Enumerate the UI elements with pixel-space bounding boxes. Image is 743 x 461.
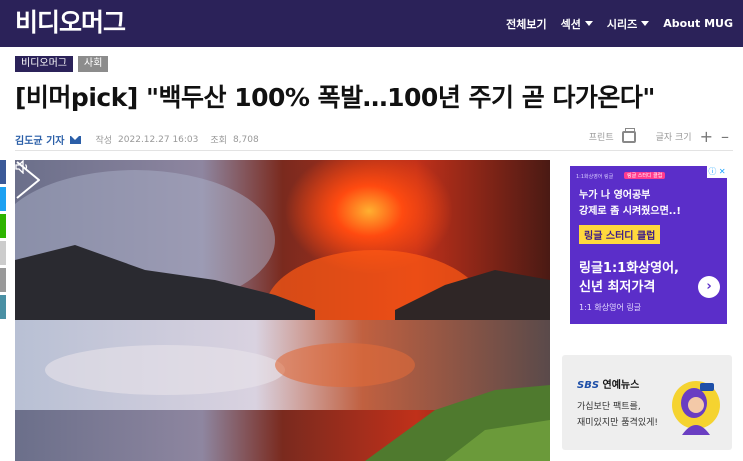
ad-sbs-entertainment[interactable]: SBS 연예뉴스 가십보단 팩트를, 재미있지만 품격있게! — [562, 355, 732, 450]
chevron-down-icon — [584, 21, 593, 26]
written-date: 2022.12.27 16:03 — [118, 134, 199, 145]
person-illustration-icon — [672, 381, 720, 435]
play-icon[interactable] — [15, 160, 41, 200]
ad2-copy-line1: 가십보단 팩트를, — [577, 402, 641, 412]
ad-headline-line2: 신년 최저가격 — [579, 280, 656, 295]
nav-about[interactable]: About MUG — [663, 17, 733, 30]
nav-all[interactable]: 전체보기 — [506, 16, 546, 32]
sbs-logo-mark: SBS — [577, 380, 600, 391]
article-tools: 프린트 글자 크기 + – — [588, 127, 729, 144]
chevron-down-icon — [641, 21, 650, 26]
written-label: 작성 — [95, 136, 113, 146]
ad-top-text: 1:1화상영어 링글 — [576, 174, 614, 180]
naver-share-icon[interactable] — [0, 214, 6, 238]
ad-sub: 1:1 화상영어 링글 — [579, 303, 642, 312]
tag-society[interactable]: 사회 — [78, 56, 109, 72]
font-increase-button[interactable]: + — [700, 128, 713, 144]
ad-headline: 링글1:1화상영어, 신년 최저가격 — [579, 259, 679, 297]
video-player[interactable] — [15, 160, 550, 461]
nav-section-label: 섹션 — [560, 17, 581, 31]
nav-section[interactable]: 섹션 — [561, 16, 593, 32]
article-tags: 비디오머그 사회 — [15, 56, 109, 72]
ad-badge: 링글 스터디 클럽 — [624, 172, 666, 179]
ad2-copy-line2: 재미있지만 품격있게! — [577, 418, 658, 428]
top-navbar: 비디오머그 전체보기 섹션 시리즈 About MUG — [0, 0, 743, 47]
social-share-strip — [0, 160, 6, 322]
article-title: [비머pick] "백두산 100% 폭발…100년 주기 곧 다가온다" — [15, 83, 655, 112]
main-nav: 전체보기 섹션 시리즈 About MUG — [506, 0, 733, 47]
more-share-icon[interactable] — [0, 295, 6, 319]
mail-icon[interactable] — [70, 135, 82, 144]
copy-link-icon[interactable] — [0, 268, 6, 292]
nav-series[interactable]: 시리즈 — [606, 16, 650, 32]
nav-all-label: 전체보기 — [506, 17, 547, 31]
ad-copy-line1: 누가 나 영어공부 — [579, 190, 651, 201]
views-label: 조회 — [210, 136, 227, 146]
sbs-logo-text: 연예뉴스 — [599, 380, 640, 391]
font-size-label: 글자 크기 — [655, 133, 692, 143]
nav-about-label: About MUG — [663, 17, 733, 30]
views-count: 8,708 — [232, 134, 259, 145]
ad2-copy: 가십보단 팩트를, 재미있지만 품격있게! — [577, 399, 658, 431]
ad-cta-button[interactable]: 링글 스터디 클럽 — [579, 225, 661, 244]
tag-videomug[interactable]: 비디오머그 — [15, 56, 73, 72]
ad-copy-line2: 강제로 좀 시켜줬으면..! — [579, 206, 681, 217]
ad-copy: 누가 나 영어공부 강제로 좀 시켜줬으면..! — [579, 188, 681, 220]
print-label: 프린트 — [588, 133, 614, 143]
facebook-share-icon[interactable] — [0, 160, 6, 184]
reporter-name[interactable]: 김도균 기자 — [15, 132, 64, 147]
article-meta: 김도균 기자 작성 2022.12.27 16:03 조회 8,708 — [15, 132, 259, 148]
share-icon[interactable] — [0, 241, 6, 265]
sbs-logo: SBS 연예뉴스 — [577, 376, 639, 391]
video-thumbnail — [15, 160, 550, 461]
site-logo[interactable]: 비디오머그 — [15, 6, 126, 40]
ad-ringle-banner[interactable]: 1:1화상영어 링글 링글 스터디 클럽 ⓘ ✕ 누가 나 영어공부 강제로 좀… — [570, 166, 727, 324]
ad-headline-line1: 링글1:1화상영어, — [579, 261, 679, 276]
chevron-right-icon[interactable]: › — [698, 276, 720, 298]
font-decrease-button[interactable]: – — [721, 128, 729, 144]
nav-series-label: 시리즈 — [606, 17, 638, 31]
twitter-share-icon[interactable] — [0, 187, 6, 211]
meta-divider — [15, 150, 733, 151]
ad-close-icon[interactable]: ⓘ ✕ — [707, 166, 727, 178]
printer-icon[interactable] — [621, 127, 636, 143]
